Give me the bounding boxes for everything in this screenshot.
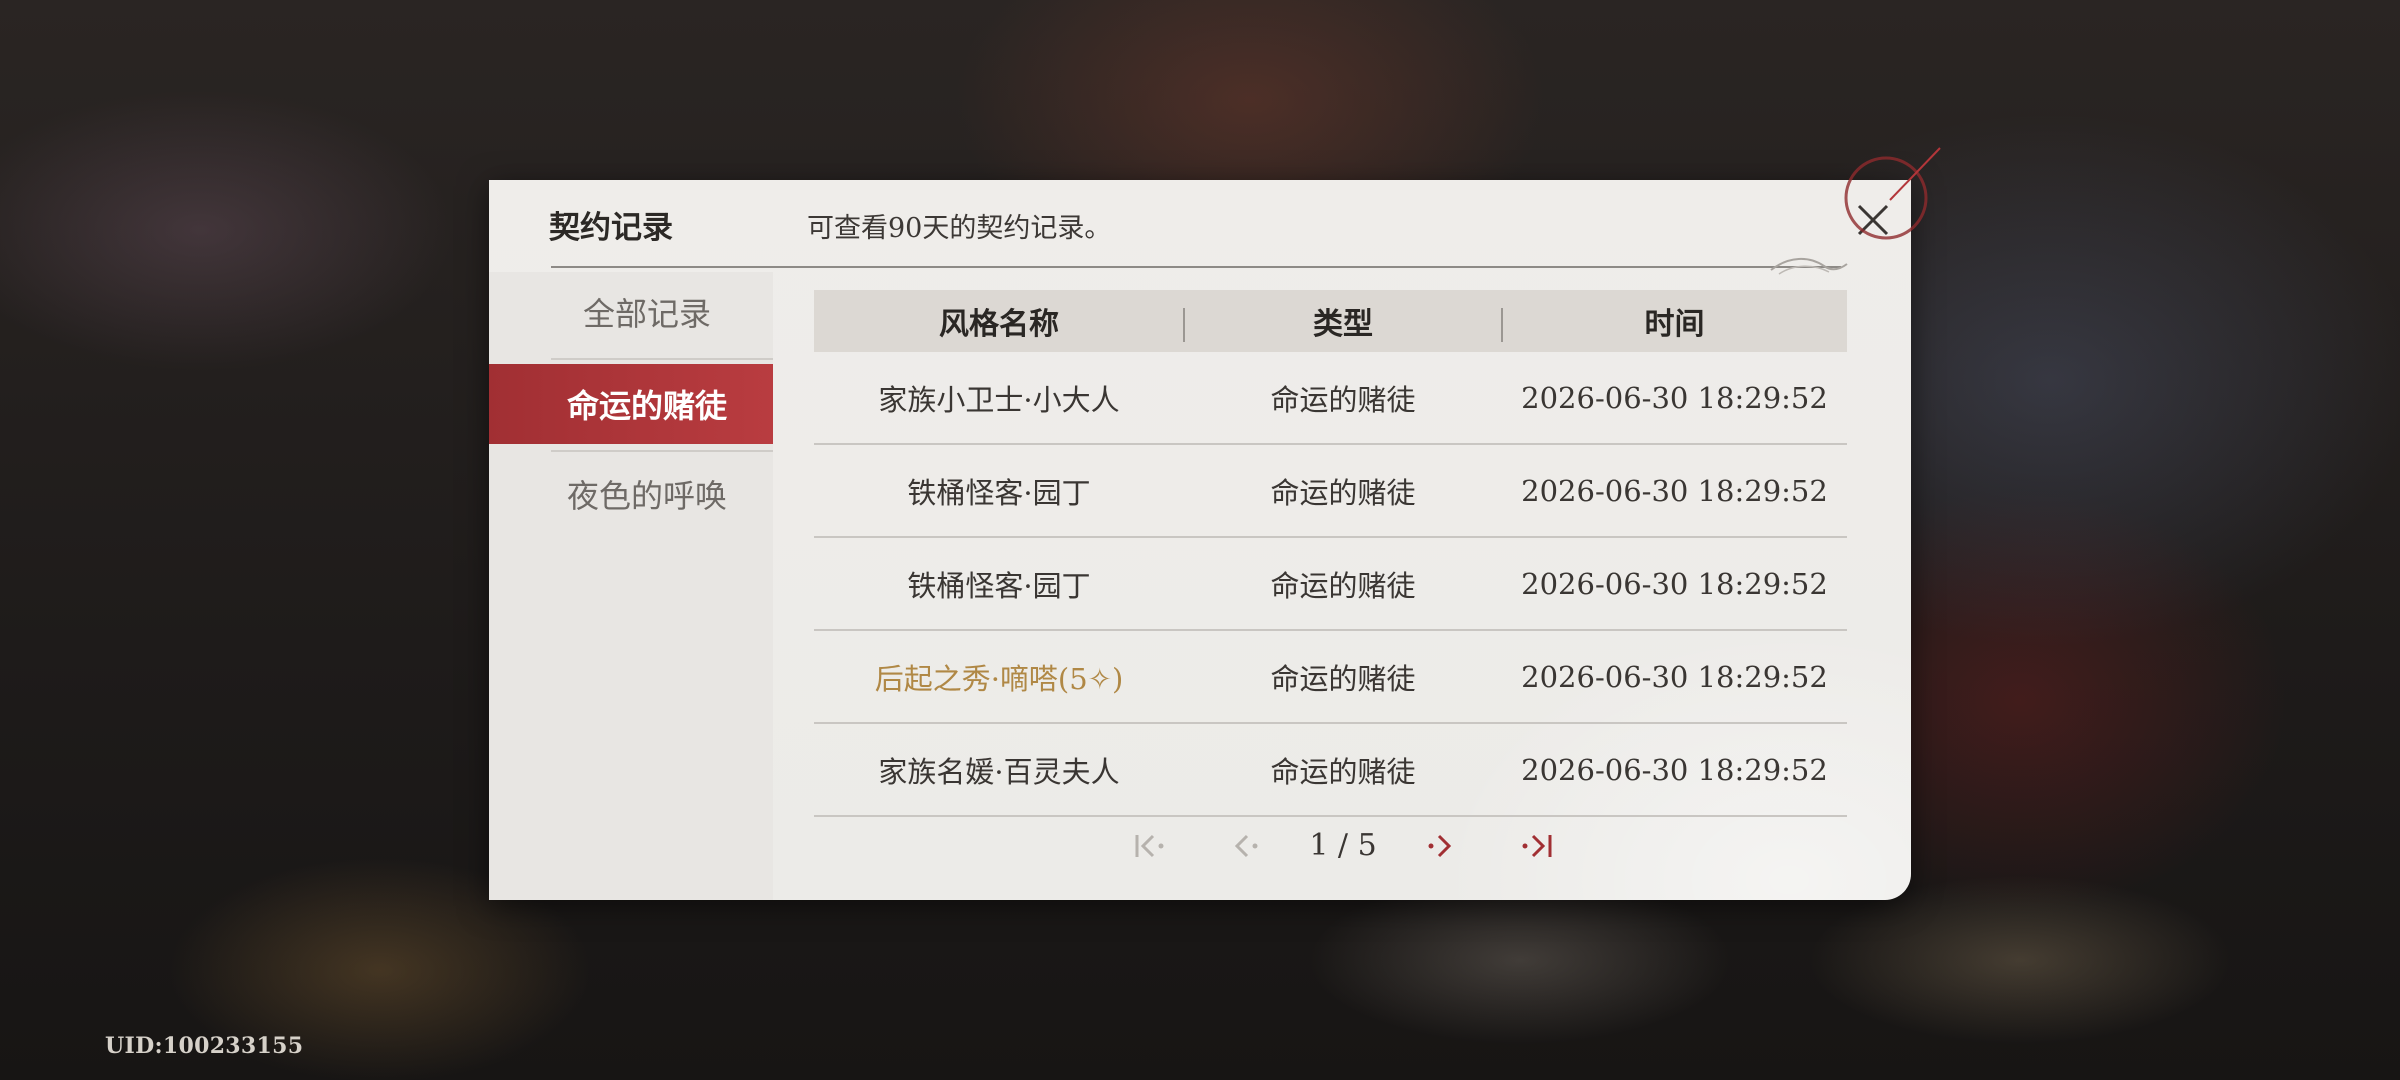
row-type: 命运的赌徒	[1270, 382, 1416, 417]
table-row: 后起之秀·嘀嗒(5✧) 命运的赌徒 2026-06-30 18:29:52	[814, 631, 1847, 724]
header-time: 时间	[1644, 307, 1705, 342]
row-type: 命运的赌徒	[1270, 475, 1416, 510]
first-page-button[interactable]	[1123, 818, 1179, 874]
prev-page-icon	[1234, 834, 1258, 858]
table-row: 铁桶怪客·园丁 命运的赌徒 2026-06-30 18:29:52	[814, 445, 1847, 538]
row-type: 命运的赌徒	[1270, 568, 1416, 603]
row-time: 2026-06-30 18:29:52	[1521, 380, 1828, 415]
row-style-name: 家族名媛·百灵夫人	[878, 754, 1120, 789]
next-page-button[interactable]	[1413, 818, 1469, 874]
page-indicator: 1 / 5	[1309, 828, 1377, 863]
row-type: 命运的赌徒	[1270, 661, 1416, 696]
table-row: 家族名媛·百灵夫人 命运的赌徒 2026-06-30 18:29:52	[814, 724, 1847, 817]
first-page-icon	[1135, 834, 1164, 858]
next-page-icon	[1428, 834, 1452, 858]
nav-item-gambler[interactable]: 命运的赌徒	[489, 364, 773, 444]
last-page-icon	[1522, 834, 1552, 858]
nav-divider	[551, 358, 773, 360]
row-time: 2026-06-30 18:29:52	[1521, 752, 1828, 787]
header-separator	[1183, 308, 1185, 342]
header-separator	[1501, 308, 1503, 342]
row-style-name: 铁桶怪客·园丁	[907, 568, 1091, 603]
last-page-button[interactable]	[1509, 818, 1565, 874]
row-type: 命运的赌徒	[1270, 754, 1416, 789]
nav-item-night-call[interactable]: 夜色的呼唤	[489, 454, 773, 534]
row-time: 2026-06-30 18:29:52	[1521, 659, 1828, 694]
nav-divider	[551, 450, 773, 452]
pagination: 1 / 5	[1123, 818, 1563, 874]
header-divider	[551, 266, 1841, 268]
row-style-name-rare: 后起之秀·嘀嗒(5✧)	[874, 661, 1124, 696]
records-table: 风格名称 类型 时间 家族小卫士·小大人 命运的赌徒 2026-06-30 18…	[814, 290, 1847, 817]
row-time: 2026-06-30 18:29:52	[1521, 473, 1828, 508]
decorative-ring-icon	[1844, 147, 1941, 240]
nav-item-all-records[interactable]: 全部记录	[489, 272, 773, 352]
screen-background: 契约记录 可查看90天的契约记录。 全部记录 命运的赌徒 夜色的呼唤 风格名称 …	[0, 0, 2400, 1080]
row-style-name: 铁桶怪客·园丁	[907, 475, 1091, 510]
prev-page-button[interactable]	[1219, 818, 1275, 874]
header-style-name: 风格名称	[939, 307, 1059, 342]
row-style-name: 家族小卫士·小大人	[878, 382, 1120, 417]
table-row: 家族小卫士·小大人 命运的赌徒 2026-06-30 18:29:52	[814, 352, 1847, 445]
user-id: UID:100233155	[105, 1033, 304, 1059]
dialog-title: 契约记录	[549, 210, 673, 246]
record-category-nav: 全部记录 命运的赌徒 夜色的呼唤	[489, 272, 773, 900]
header-type: 类型	[1313, 307, 1373, 342]
table-header: 风格名称 类型 时间	[814, 290, 1847, 352]
row-time: 2026-06-30 18:29:52	[1521, 566, 1828, 601]
dialog-subtitle: 可查看90天的契约记录。	[807, 213, 1112, 244]
contract-records-dialog: 契约记录 可查看90天的契约记录。 全部记录 命运的赌徒 夜色的呼唤 风格名称 …	[489, 180, 1911, 900]
table-row: 铁桶怪客·园丁 命运的赌徒 2026-06-30 18:29:52	[814, 538, 1847, 631]
